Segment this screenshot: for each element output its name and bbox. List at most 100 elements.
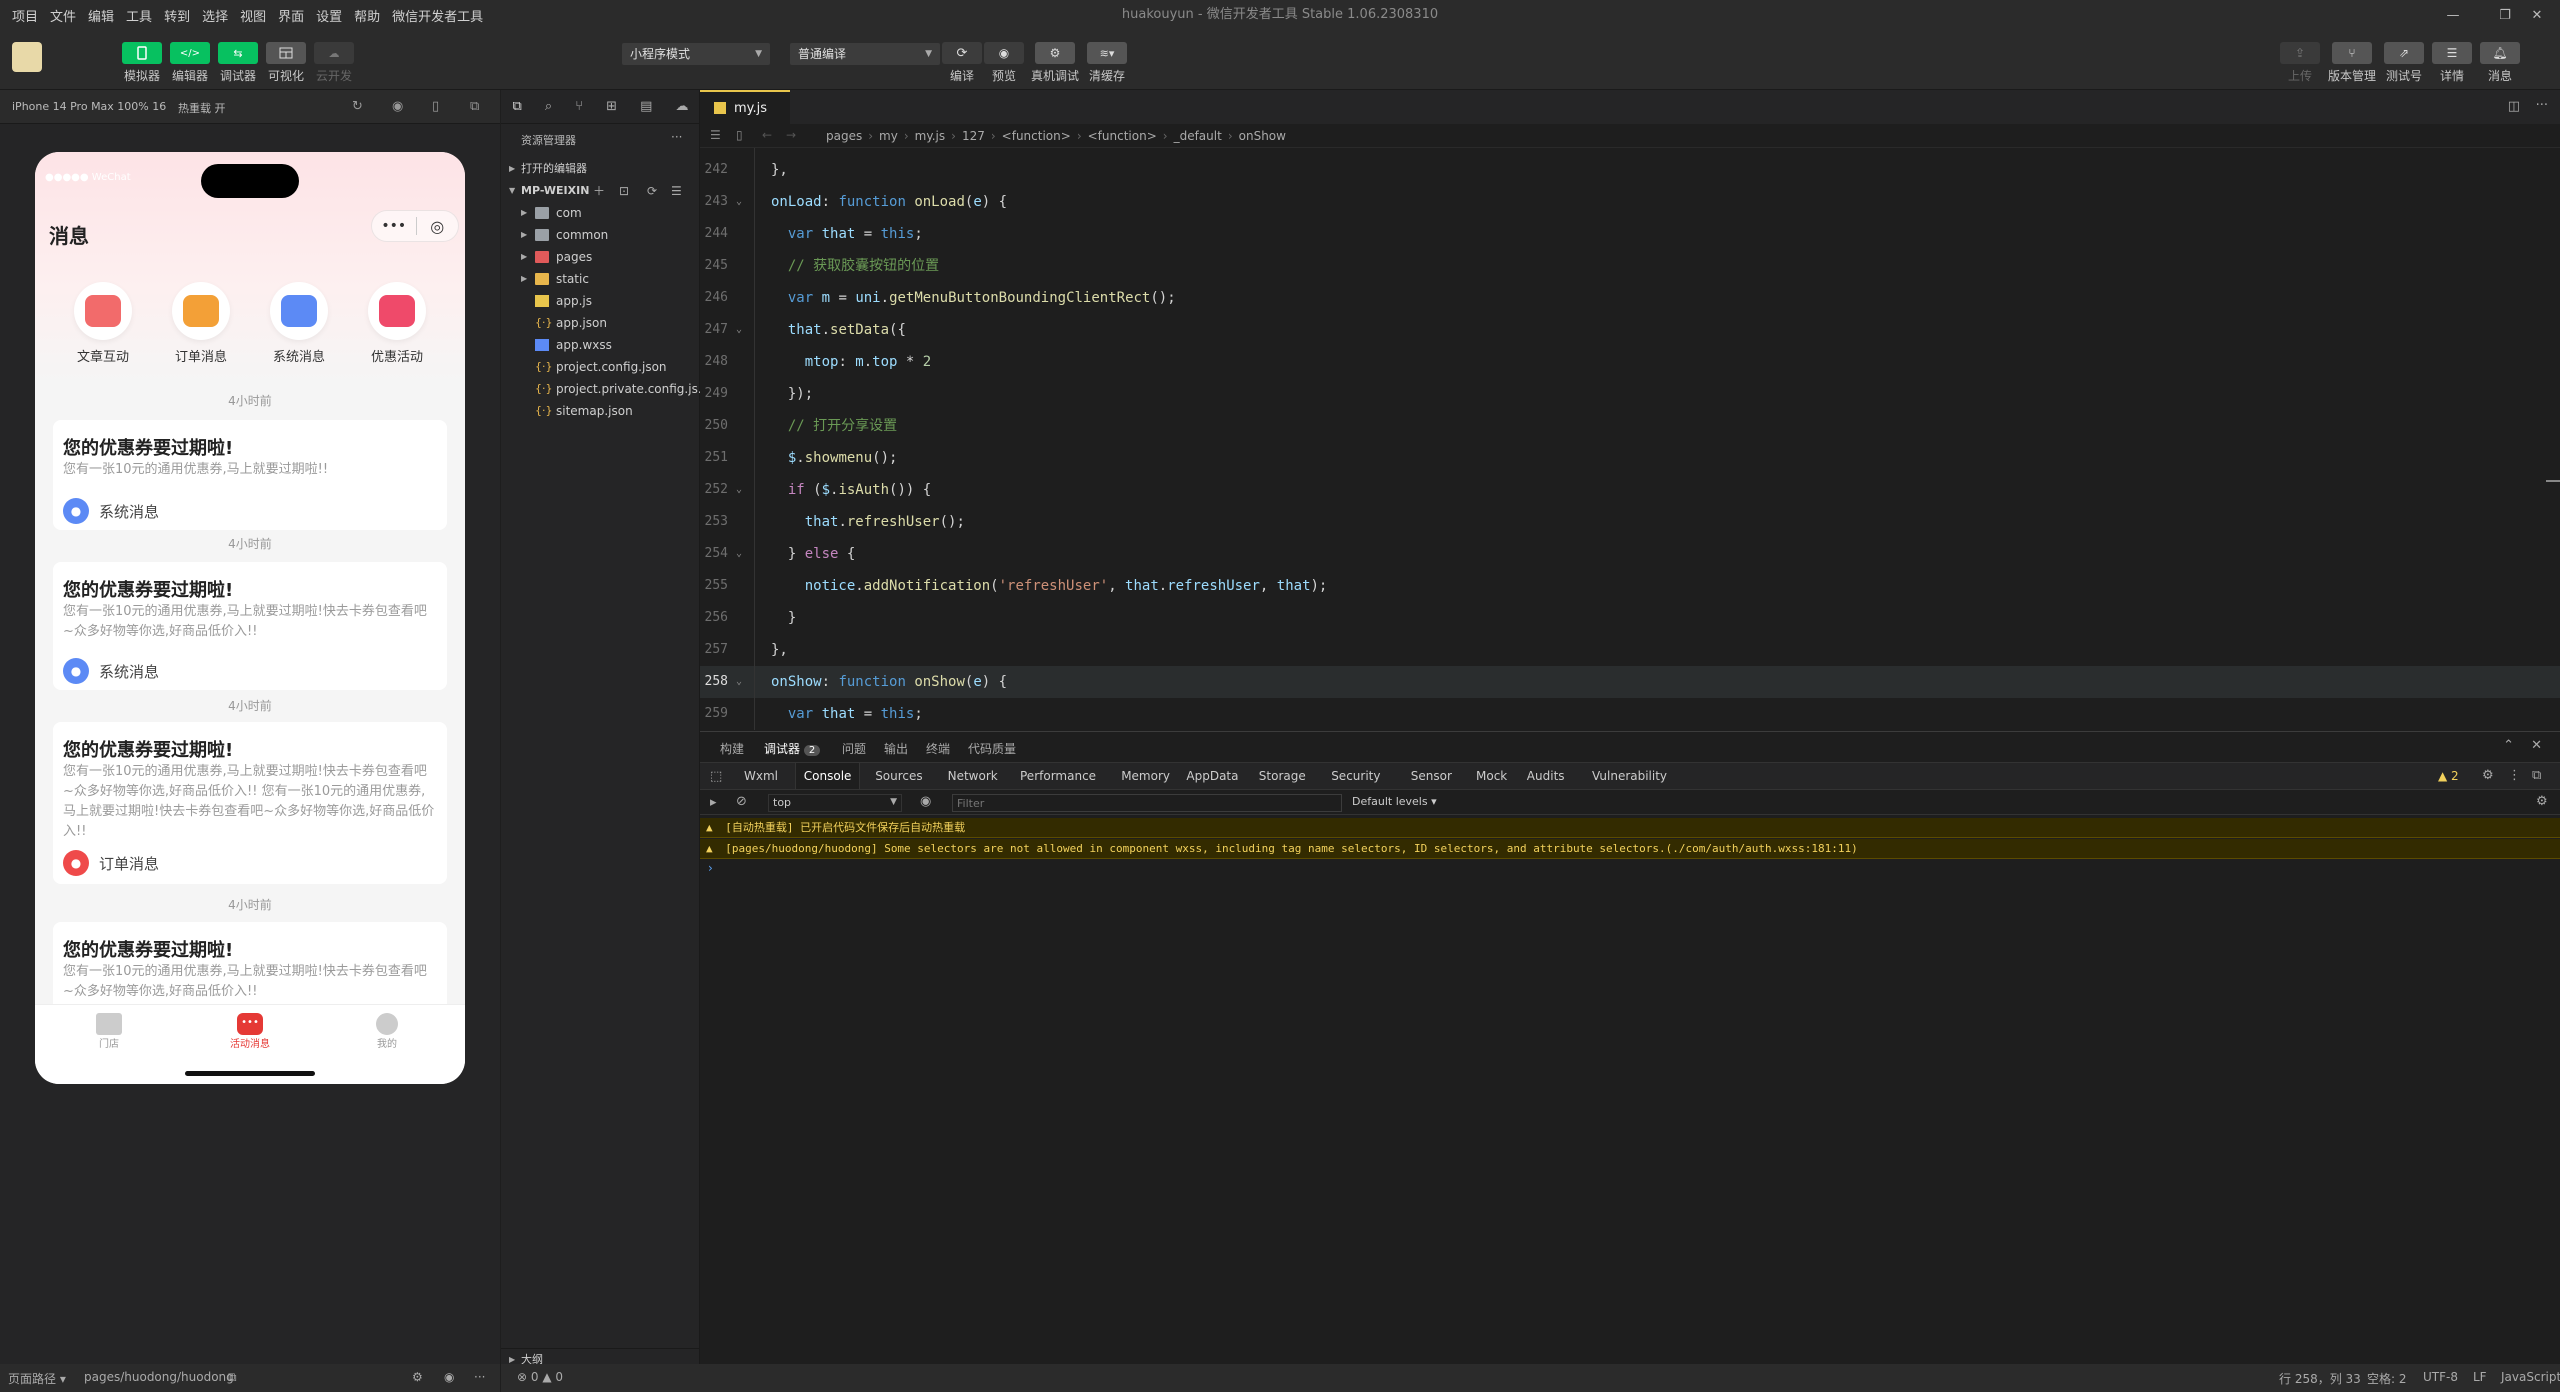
menu-item-tools[interactable]: 工具 bbox=[120, 6, 158, 25]
context-select[interactable]: top ▼ bbox=[768, 794, 902, 812]
tab-mine[interactable]: 我的 bbox=[371, 1013, 403, 1051]
version-button[interactable]: ⑂ 版本管理 bbox=[2328, 42, 2376, 84]
tab-store[interactable]: 门店 bbox=[93, 1013, 125, 1051]
extensions-icon[interactable]: ⊞ bbox=[606, 99, 617, 114]
breadcrumb-item[interactable]: pages bbox=[826, 129, 862, 143]
devtools-tab-sensor[interactable]: Sensor bbox=[1411, 769, 1452, 783]
fold-icon[interactable]: ⌄ bbox=[736, 474, 742, 506]
menu-item-interface[interactable]: 界面 bbox=[272, 6, 310, 25]
eye-icon[interactable]: ◉ bbox=[920, 794, 931, 809]
menu-item-settings[interactable]: 设置 bbox=[310, 6, 348, 25]
messages-button[interactable]: 🔔︎ 消息 bbox=[2480, 42, 2520, 84]
devtools-tab-performance[interactable]: Performance bbox=[1020, 769, 1096, 783]
folder-item[interactable]: ▶ pages bbox=[501, 246, 700, 268]
close-mini-icon[interactable]: ◎ bbox=[416, 217, 458, 236]
breadcrumb-item[interactable]: <function> bbox=[1088, 129, 1157, 143]
console-prompt-icon[interactable]: › bbox=[708, 861, 713, 875]
minimize-button[interactable]: — bbox=[2430, 0, 2476, 30]
devtools-tab-audits[interactable]: Audits bbox=[1527, 769, 1565, 783]
new-file-icon[interactable]: ＋ bbox=[593, 180, 605, 202]
git-icon[interactable]: ⑂ bbox=[575, 99, 583, 114]
cloud-icon[interactable]: ☁ bbox=[675, 99, 688, 114]
file-item[interactable]: app.wxss bbox=[501, 334, 700, 356]
message-card[interactable]: 您的优惠券要过期啦! 您有一张10元的通用优惠券,马上就要过期啦!快去卡券包查看吧… bbox=[53, 722, 447, 884]
remote-debug-button[interactable]: ⚙ 真机调试 bbox=[1031, 42, 1079, 84]
collapse-icon[interactable]: ☰ bbox=[671, 180, 682, 202]
cloud-button[interactable]: ☁ 云开发 bbox=[314, 42, 354, 84]
breadcrumb-item[interactable]: onShow bbox=[1239, 129, 1286, 143]
gear-icon[interactable]: ⚙ bbox=[2536, 794, 2548, 809]
more-icon[interactable]: ··· bbox=[2536, 98, 2548, 113]
breadcrumb-item[interactable]: 127 bbox=[962, 129, 985, 143]
tab-build[interactable]: 构建 bbox=[720, 740, 744, 757]
visual-button[interactable]: 可视化 bbox=[266, 42, 306, 84]
tab-output[interactable]: 输出 bbox=[884, 740, 908, 757]
hot-reload-toggle[interactable]: 热重载 开 bbox=[178, 100, 226, 116]
message-card[interactable]: 您的优惠券要过期啦! 您有一张10元的通用优惠券,马上就要过期啦!快去卡券包查看吧… bbox=[53, 922, 447, 1012]
eye-icon[interactable]: ◉ bbox=[444, 1370, 454, 1384]
tab-activity-messages[interactable]: ••• 活动消息 bbox=[225, 1013, 275, 1051]
menu-item-edit[interactable]: 编辑 bbox=[82, 6, 120, 25]
category-item[interactable]: 文章互动 bbox=[63, 282, 143, 365]
device-select[interactable]: iPhone 14 Pro Max 100% 16 bbox=[12, 100, 166, 113]
file-item[interactable]: {·} project.config.json bbox=[501, 356, 700, 378]
category-item[interactable]: 订单消息 bbox=[161, 282, 241, 365]
page-path-label[interactable]: 页面路径 ▾ bbox=[8, 1370, 66, 1387]
avatar[interactable] bbox=[12, 42, 42, 72]
more-icon[interactable]: ••• bbox=[372, 218, 416, 234]
record-icon[interactable]: ◉ bbox=[392, 99, 403, 114]
settings-icon[interactable]: ⚙ bbox=[412, 1370, 423, 1384]
gear-icon[interactable]: ⚙ bbox=[2482, 768, 2494, 783]
close-window-button[interactable]: ✕ bbox=[2514, 0, 2560, 30]
language-mode[interactable]: JavaScript bbox=[2501, 1370, 2560, 1384]
more-icon[interactable]: ··· bbox=[474, 1370, 485, 1384]
file-item[interactable]: app.js bbox=[501, 290, 700, 312]
compile-select[interactable]: 普通编译 ▼ bbox=[790, 43, 940, 65]
chevron-up-icon[interactable]: ⌃ bbox=[2503, 738, 2514, 753]
menu-item-select[interactable]: 选择 bbox=[196, 6, 234, 25]
inspect-icon[interactable]: ⬚ bbox=[710, 769, 722, 784]
filter-input[interactable] bbox=[952, 794, 1342, 812]
list-icon[interactable]: ☰ bbox=[710, 128, 721, 142]
workspace-root[interactable]: ▼ MP-WEIXIN ＋ ⊡ ⟳ ☰ bbox=[501, 180, 700, 202]
breadcrumb-item[interactable]: my.js bbox=[915, 129, 945, 143]
code-area[interactable]: 242}, 243 ⌄ onLoad: function onLoad(e) {244… bbox=[700, 148, 2560, 730]
folder-item[interactable]: ▶ com bbox=[501, 202, 700, 224]
clear-cache-button[interactable]: ≋▾ 清缓存 bbox=[1087, 42, 1127, 84]
open-editors-section[interactable]: ▶ 打开的编辑器 bbox=[501, 158, 700, 180]
line-ending[interactable]: LF bbox=[2473, 1370, 2487, 1384]
rotate-icon[interactable]: ↻ bbox=[352, 99, 363, 114]
menu-item-file[interactable]: 文件 bbox=[44, 6, 82, 25]
preview-button[interactable]: ◉ 预览 bbox=[984, 42, 1024, 84]
refresh-icon[interactable]: ⟳ bbox=[647, 180, 657, 202]
devtools-tab-network[interactable]: Network bbox=[948, 769, 998, 783]
cursor-position[interactable]: 行 258，列 33 bbox=[2279, 1370, 2361, 1387]
tab-debugger[interactable]: 调试器 2 bbox=[764, 740, 821, 757]
warning-counter[interactable]: ▲ 2 bbox=[2438, 769, 2459, 783]
category-item[interactable]: 系统消息 bbox=[259, 282, 339, 365]
debugger-button[interactable]: ⇆ 调试器 bbox=[218, 42, 258, 84]
mode-select[interactable]: 小程序模式 ▼ bbox=[622, 43, 770, 65]
simulator-button[interactable]: 模拟器 bbox=[122, 42, 162, 84]
file-item[interactable]: {·} app.json bbox=[501, 312, 700, 334]
more-icon[interactable]: ··· bbox=[671, 130, 682, 144]
levels-select[interactable]: Default levels ▾ bbox=[1352, 795, 1437, 808]
sidebar-toggle-icon[interactable]: ▸ bbox=[710, 795, 717, 810]
indentation[interactable]: 空格: 2 bbox=[2367, 1370, 2407, 1387]
tab-code-quality[interactable]: 代码质量 bbox=[968, 740, 1016, 757]
menu-item-goto[interactable]: 转到 bbox=[158, 6, 196, 25]
message-card[interactable]: 您的优惠券要过期啦! 您有一张10元的通用优惠券,马上就要过期啦!快去卡券包查看吧… bbox=[53, 562, 447, 690]
folder-item[interactable]: ▶ static bbox=[501, 268, 700, 290]
breadcrumb-item[interactable]: <function> bbox=[1002, 129, 1071, 143]
devtools-tab-security[interactable]: Security bbox=[1331, 769, 1380, 783]
undock-icon[interactable]: ⧉ bbox=[2532, 768, 2541, 783]
devtools-tab-console[interactable]: Console bbox=[794, 763, 861, 789]
clear-console-icon[interactable]: ⊘ bbox=[736, 794, 747, 809]
fold-icon[interactable]: ⌄ bbox=[736, 186, 742, 218]
fold-icon[interactable]: ⌄ bbox=[736, 538, 742, 570]
folder-item[interactable]: ▶ common bbox=[501, 224, 700, 246]
split-editor-icon[interactable]: ◫ bbox=[2508, 99, 2520, 114]
encoding[interactable]: UTF-8 bbox=[2423, 1370, 2458, 1384]
popout-icon[interactable]: ⧉ bbox=[470, 99, 479, 114]
menu-item-project[interactable]: 项目 bbox=[0, 6, 44, 25]
